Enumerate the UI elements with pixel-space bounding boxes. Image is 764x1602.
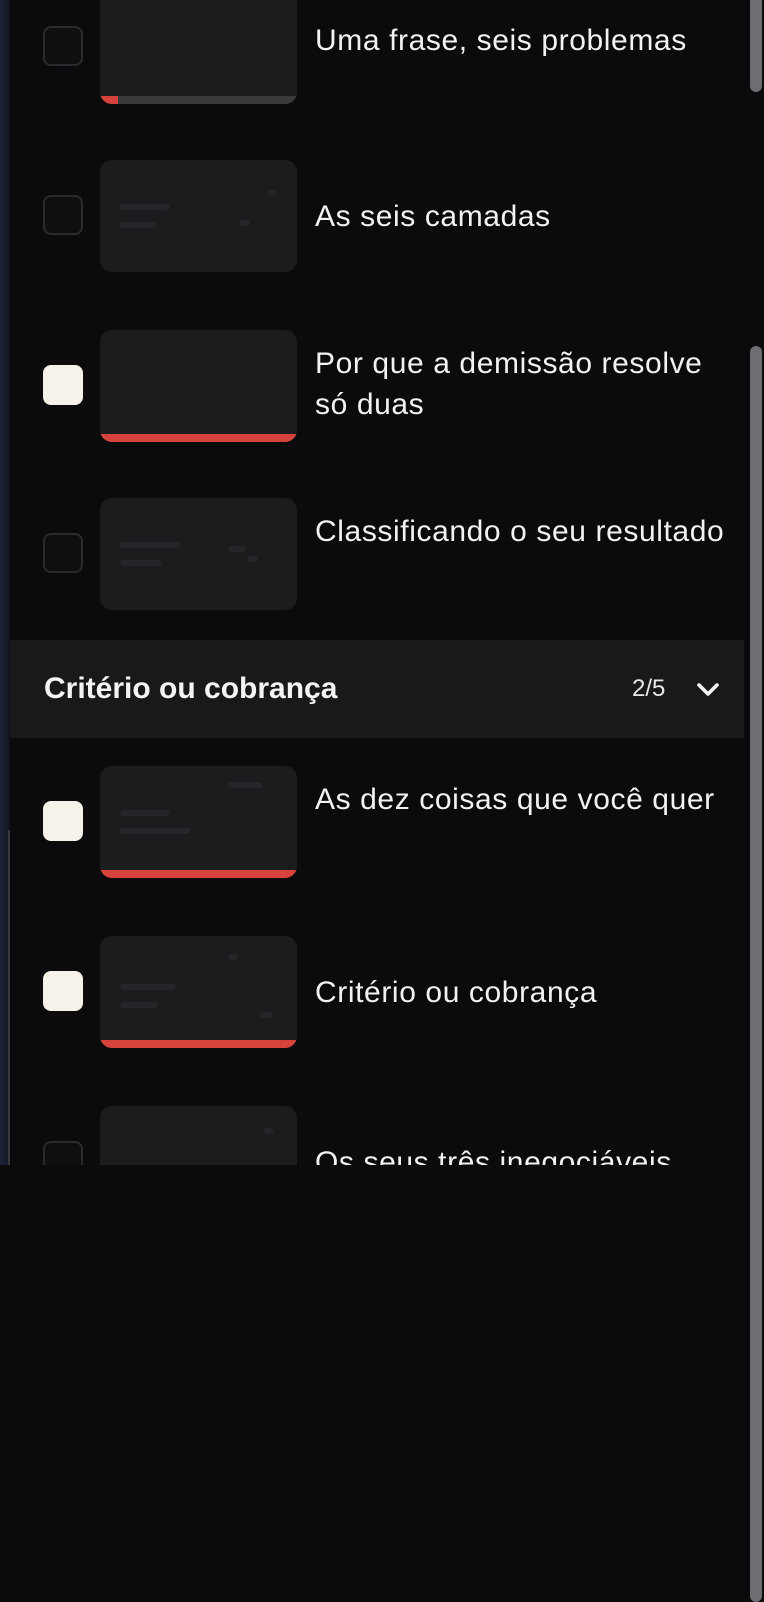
lesson-item[interactable]: Classificando o seu resultado <box>10 498 744 610</box>
lesson-checkbox[interactable] <box>43 1141 83 1165</box>
thumbnail-decoration <box>120 542 180 548</box>
progress-track <box>100 96 297 104</box>
progress-fill <box>100 870 297 878</box>
lesson-checkbox[interactable] <box>43 26 83 66</box>
lesson-checkbox[interactable] <box>43 365 83 405</box>
section-title: Critério ou cobrança <box>44 672 338 705</box>
thumbnail-decoration <box>120 204 170 210</box>
thumbnail-decoration <box>120 828 190 834</box>
progress-fill <box>100 434 297 442</box>
lesson-list-panel[interactable]: Uma frase, seis problemas As seis camada… <box>10 0 764 1165</box>
lesson-checkbox[interactable] <box>43 801 83 841</box>
section-header[interactable]: Critério ou cobrança 2/5 <box>10 640 744 738</box>
lesson-title: As dez coisas que você quer <box>315 783 715 816</box>
scrollbar-thumb[interactable] <box>750 346 762 1602</box>
thumbnail-decoration <box>120 560 162 566</box>
lesson-title: Os seus três inegociáveis <box>315 1146 672 1165</box>
section-progress-count: 2/5 <box>632 675 666 702</box>
thumbnail-decoration <box>120 984 176 990</box>
thumbnail-decoration <box>228 954 238 960</box>
lesson-thumbnail[interactable] <box>100 936 297 1048</box>
thumbnail-decoration <box>264 1128 274 1134</box>
thumbnail-decoration <box>120 1002 158 1008</box>
lesson-title: Uma frase, seis problemas <box>315 24 687 57</box>
thumbnail-decoration <box>228 782 262 788</box>
lesson-thumbnail[interactable] <box>100 0 297 104</box>
lesson-item[interactable]: As seis camadas <box>10 160 744 272</box>
lesson-thumbnail[interactable] <box>100 160 297 272</box>
lesson-title: Critério ou cobrança <box>315 976 598 1009</box>
thumbnail-decoration <box>228 546 246 552</box>
lesson-thumbnail[interactable] <box>100 1106 297 1165</box>
chevron-down-icon[interactable] <box>694 676 722 704</box>
lesson-item[interactable]: Critério ou cobrança <box>10 936 744 1048</box>
lesson-checkbox[interactable] <box>43 533 83 573</box>
lesson-checkbox[interactable] <box>43 971 83 1011</box>
progress-fill <box>100 96 118 104</box>
lesson-thumbnail[interactable] <box>100 498 297 610</box>
thumbnail-decoration <box>120 810 170 816</box>
lesson-thumbnail[interactable] <box>100 330 297 442</box>
lesson-title: Por que a demissão resolve só duas <box>315 347 703 421</box>
thumbnail-decoration <box>120 222 156 228</box>
lesson-thumbnail[interactable] <box>100 766 297 878</box>
thumbnail-decoration <box>248 556 258 562</box>
lesson-item[interactable]: Os seus três inegociáveis <box>10 1106 744 1165</box>
lesson-item[interactable]: Uma frase, seis problemas <box>10 0 744 104</box>
thumbnail-decoration <box>240 220 250 226</box>
lesson-title: Classificando o seu resultado <box>315 515 725 548</box>
lesson-checkbox[interactable] <box>43 195 83 235</box>
progress-fill <box>100 1040 297 1048</box>
thumbnail-decoration <box>260 1012 272 1018</box>
scrollbar-thumb-upper[interactable] <box>750 0 762 92</box>
lesson-item[interactable]: As dez coisas que você quer <box>10 766 744 878</box>
lesson-title: As seis camadas <box>315 200 551 233</box>
thumbnail-decoration <box>268 190 276 196</box>
lesson-item[interactable]: Por que a demissão resolve só duas <box>10 330 744 442</box>
